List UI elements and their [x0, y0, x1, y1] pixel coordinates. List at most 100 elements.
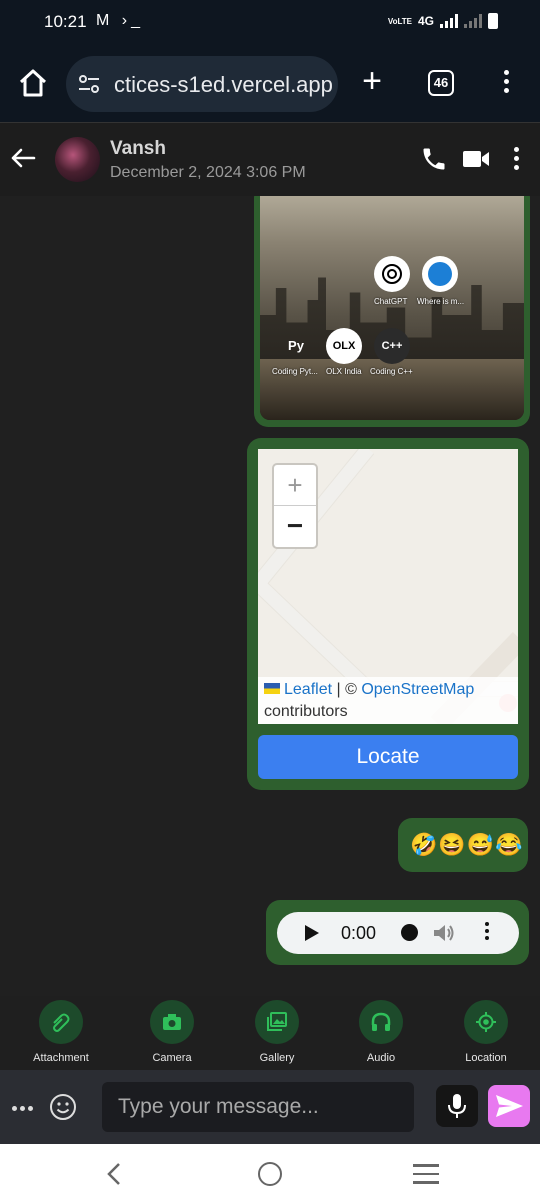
zoom-control: + − — [272, 463, 318, 549]
image-message-bubble: ChatGPT Where is m... Py Coding Pyt... O… — [254, 196, 530, 427]
url-text: ctices-s1ed.vercel.app — [114, 72, 333, 97]
leaflet-link[interactable]: Leaflet — [284, 681, 332, 698]
zoom-out-button[interactable]: − — [274, 507, 316, 547]
audio-circle — [359, 1000, 403, 1044]
arrow-left-icon — [11, 148, 36, 168]
location-circle — [464, 1000, 508, 1044]
back-button[interactable] — [10, 145, 36, 171]
mic-button[interactable] — [436, 1085, 478, 1127]
locate-button[interactable]: Locate — [258, 735, 518, 779]
attachment-circle — [39, 1000, 83, 1044]
nav-home-icon[interactable] — [258, 1162, 282, 1186]
location-button[interactable]: Location — [441, 996, 531, 1064]
map-view[interactable]: + − Leaflet | © OpenStreetMap contributo… — [258, 449, 518, 724]
audio-time: 0:00 — [341, 923, 377, 943]
nav-back-icon[interactable] — [104, 1162, 124, 1186]
status-time: 10:21 — [44, 12, 87, 31]
battery-icon — [488, 13, 498, 29]
last-seen: December 2, 2024 3:06 PM — [110, 164, 306, 181]
paperclip-icon — [53, 1013, 70, 1032]
cpp-glyph: C++ — [381, 340, 403, 352]
notification-icons: M ›_ — [96, 12, 144, 29]
train-icon[interactable] — [422, 256, 458, 292]
call-button[interactable] — [420, 145, 448, 173]
ukraine-flag-icon — [264, 683, 280, 694]
zoom-in-button[interactable]: + — [274, 465, 316, 506]
plus-icon: + — [362, 62, 382, 100]
image-message[interactable]: ChatGPT Where is m... Py Coding Pyt... O… — [260, 196, 524, 420]
send-icon — [496, 1095, 523, 1117]
composer-bar — [0, 1070, 540, 1144]
camera-icon — [163, 1014, 181, 1030]
openstreetmap-link[interactable]: OpenStreetMap — [361, 681, 474, 698]
tab-switcher-button[interactable]: 46 — [428, 70, 454, 96]
audio-seek-thumb[interactable] — [401, 924, 418, 941]
python-coding-icon[interactable]: Py — [278, 328, 314, 364]
volte-icon: VoLTE — [387, 16, 412, 26]
more-options-button[interactable] — [12, 1098, 36, 1111]
gallery-label: Gallery — [259, 1052, 295, 1064]
location-icon — [476, 1012, 496, 1032]
olx-icon[interactable]: OLX — [326, 328, 362, 364]
audio-button[interactable]: Audio — [336, 996, 426, 1064]
status-right: VoLTE 4G — [388, 13, 498, 29]
app-label: Coding C++ — [370, 367, 413, 376]
network-type: 4G — [417, 14, 434, 28]
gallery-circle — [255, 1000, 299, 1044]
site-info-icon[interactable] — [78, 74, 100, 94]
location-message-bubble: + − Leaflet | © OpenStreetMap contributo… — [247, 438, 529, 790]
smiley-icon — [50, 1094, 76, 1120]
app-label: ChatGPT — [374, 297, 408, 306]
gallery-button[interactable]: Gallery — [232, 996, 322, 1064]
status-bar: 10:21 M ›_ VoLTE 4G — [0, 0, 540, 44]
camera-label: Camera — [152, 1052, 192, 1064]
olx-glyph: OLX — [332, 340, 356, 352]
new-tab-button[interactable]: + — [356, 64, 388, 98]
send-button[interactable] — [488, 1085, 530, 1127]
chat-header: Vansh December 2, 2024 3:06 PM — [0, 122, 540, 196]
video-call-button[interactable] — [462, 147, 490, 171]
message-list: ChatGPT Where is m... Py Coding Pyt... O… — [0, 196, 540, 996]
attachment-label: Attachment — [33, 1052, 89, 1064]
contact-name: Vansh — [110, 138, 166, 159]
chat-menu-button[interactable] — [508, 147, 524, 173]
app-label: Where is m... — [417, 297, 465, 306]
cpp-coding-icon[interactable]: C++ — [374, 328, 410, 364]
system-nav-bar — [0, 1144, 540, 1202]
python-glyph: Py — [288, 338, 304, 353]
gallery-icon — [267, 1012, 287, 1031]
signal-icon — [440, 14, 458, 28]
audio-label: Audio — [366, 1052, 396, 1064]
emoji-message-text: 🤣😆😅😂 — [410, 832, 524, 857]
map-attribution: Leaflet | © OpenStreetMap contributors — [258, 677, 518, 724]
camera-button[interactable]: Camera — [127, 996, 217, 1064]
attribution-tail: contributors — [264, 703, 348, 720]
message-input[interactable] — [102, 1082, 414, 1132]
play-icon[interactable] — [305, 925, 319, 941]
attachment-bar: Attachment Camera Gallery Audio Location — [0, 996, 540, 1070]
emoji-message-bubble: 🤣😆😅😂 — [398, 818, 528, 872]
nav-recents-icon[interactable] — [413, 1164, 439, 1184]
home-button[interactable] — [16, 66, 50, 100]
camera-circle — [150, 1000, 194, 1044]
location-label: Location — [465, 1052, 507, 1064]
home-icon — [19, 69, 47, 97]
app-label: OLX India — [326, 367, 362, 376]
microphone-icon — [448, 1094, 466, 1118]
audio-message-bubble: 0:00 — [266, 900, 529, 965]
signal-2-icon — [464, 14, 482, 28]
address-bar[interactable]: ctices-s1ed.vercel.app — [66, 56, 338, 112]
attachment-button[interactable]: Attachment — [16, 996, 106, 1064]
volume-icon[interactable] — [432, 922, 456, 944]
phone-icon — [423, 148, 445, 170]
chatgpt-icon[interactable] — [374, 256, 410, 292]
headphones-icon — [371, 1012, 391, 1031]
audio-player: 0:00 — [277, 912, 519, 954]
app-label: Coding Pyt... — [272, 367, 318, 376]
audio-menu-button[interactable] — [485, 922, 491, 944]
browser-menu-button[interactable] — [496, 70, 516, 98]
avatar[interactable] — [55, 137, 100, 182]
video-camera-icon — [463, 151, 489, 167]
emoji-picker-button[interactable] — [49, 1093, 77, 1121]
attribution-separator: | © — [332, 681, 362, 698]
